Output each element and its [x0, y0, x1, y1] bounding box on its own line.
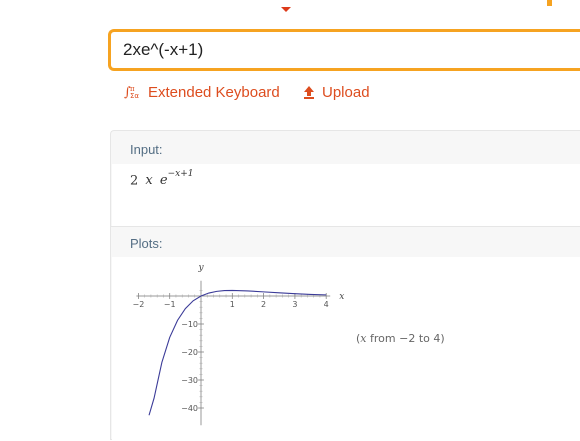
x-tick-label: −1 [164, 300, 176, 309]
y-axis-label: y [197, 263, 204, 273]
plots-pod-title: Plots: [130, 236, 163, 251]
top-arrow-fragment [281, 0, 291, 12]
x-tick-label: 4 [324, 300, 329, 309]
function-plot: −2 −1 1 2 3 4 −10 −20 −30 −40 x y [133, 263, 344, 426]
results-card: Input: 2 x e−x+1 Plots: −2 −1 1 2 3 4 −10 −20 −3… [110, 130, 580, 441]
extended-keyboard-button[interactable]: ∫ π Σα Extended Keyboard [124, 82, 280, 102]
input-pod-title: Input: [130, 142, 163, 157]
svg-text:Σα: Σα [130, 92, 139, 100]
upload-icon [303, 85, 315, 99]
input-expression: 2 x e−x+1 [130, 169, 194, 189]
expr-exponent: −x+1 [167, 169, 194, 179]
y-tick-label: −40 [181, 404, 198, 413]
y-tick-label: −30 [181, 376, 198, 385]
function-curve [148, 289, 327, 416]
plot-range-caption: (x from −2 to 4) [356, 332, 445, 345]
expr-base: e [159, 173, 168, 189]
extended-keyboard-icon: ∫ π Σα [124, 84, 141, 100]
range-text: from −2 to 4) [366, 332, 445, 345]
expr-var: x [145, 173, 153, 189]
x-tick-label: −2 [133, 300, 145, 309]
x-tick-label: 1 [230, 300, 235, 309]
query-input-box[interactable] [108, 29, 580, 71]
pod-separator [111, 226, 580, 227]
upload-button[interactable]: Upload [303, 82, 370, 102]
y-tick-label: −10 [181, 320, 198, 329]
query-input[interactable] [111, 32, 580, 68]
input-pod-content: 2 x e−x+1 [112, 164, 580, 226]
upload-label: Upload [322, 83, 370, 101]
expr-coeff: 2 [130, 173, 139, 189]
top-bar-fragment [547, 0, 552, 6]
x-tick-label: 2 [261, 300, 266, 309]
y-tick-label: −20 [181, 348, 198, 357]
x-axis-label: x [339, 292, 344, 302]
plots-pod-content: −2 −1 1 2 3 4 −10 −20 −30 −40 x y (x from −2 to 4) [112, 257, 580, 441]
extended-keyboard-label: Extended Keyboard [148, 83, 280, 101]
x-tick-label: 3 [292, 300, 297, 309]
